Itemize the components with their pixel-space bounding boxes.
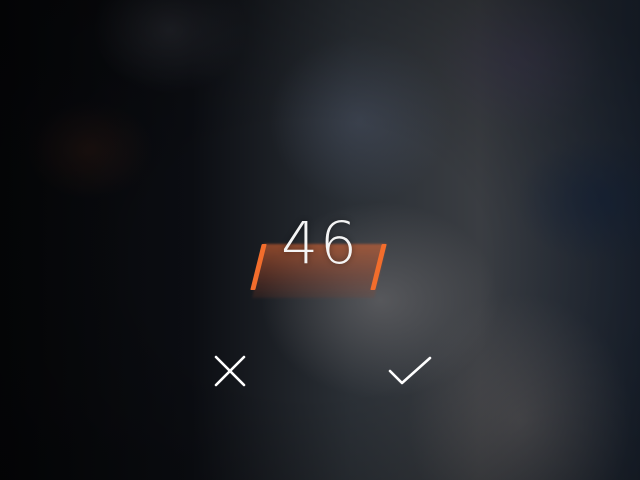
close-icon: [214, 355, 246, 387]
value-display[interactable]: 46: [248, 208, 392, 298]
selected-value: 46: [281, 209, 359, 277]
checkmark-icon: [388, 356, 432, 385]
cancel-button[interactable]: [205, 346, 255, 396]
confirm-button[interactable]: [385, 346, 435, 396]
value-picker-screen: 46: [0, 0, 640, 480]
